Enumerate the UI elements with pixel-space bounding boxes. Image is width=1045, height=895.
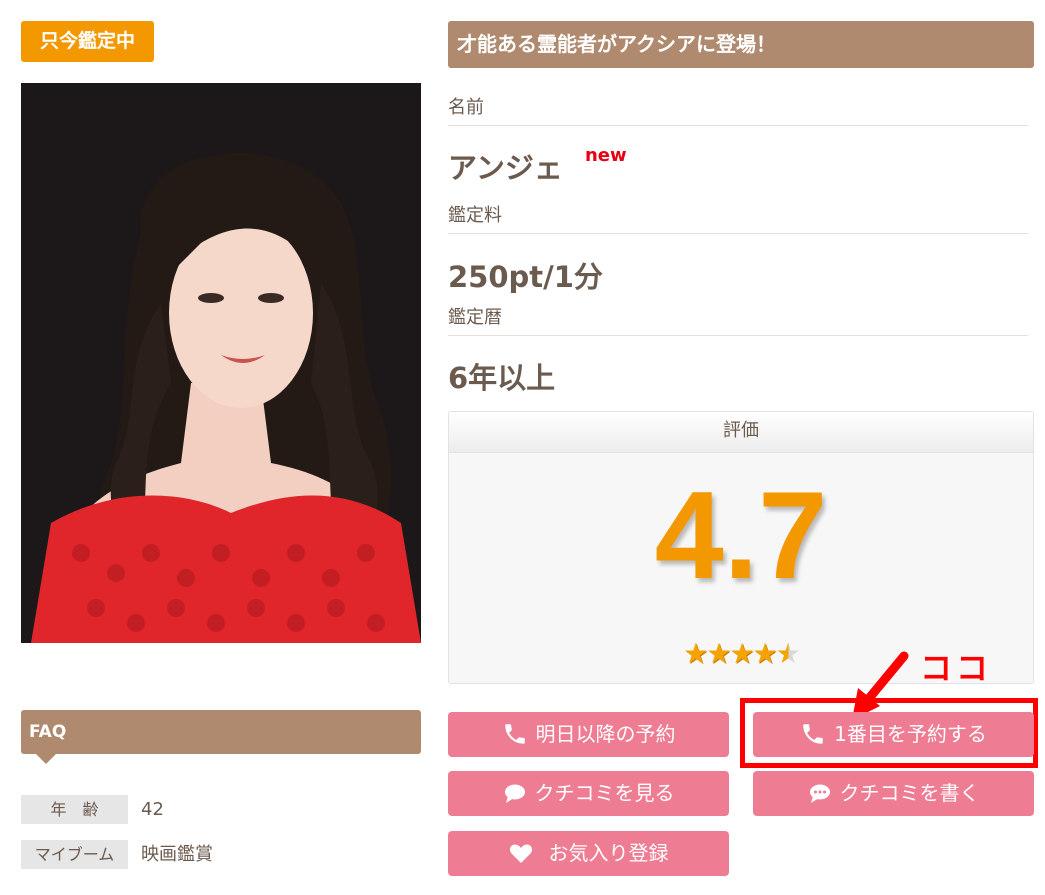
fortune-teller-photo [21, 83, 421, 643]
faq-header-notch [36, 754, 56, 764]
half-star-icon: ★ [775, 637, 801, 670]
career-label: 鑑定暦 [448, 306, 1028, 336]
live-status-badge: 只今鑑定中 [21, 21, 154, 62]
favorite-label: お気入り登録 [548, 841, 669, 865]
age-label: 年 齢 [21, 795, 128, 824]
reserve-later-label: 明日以降の予約 [535, 722, 676, 746]
new-tag: new [584, 145, 627, 166]
reserve-later-button[interactable]: 明日以降の予約 [448, 712, 729, 757]
star-icon: ★ [683, 637, 708, 670]
name-text: アンジェ [448, 151, 563, 185]
view-reviews-label: クチコミを見る [534, 781, 675, 805]
phone-icon [504, 723, 525, 744]
fortune-teller-name: アンジェ new [448, 145, 627, 187]
rating-label: 評価 [449, 412, 1033, 453]
star-icon: ★ [706, 637, 731, 670]
comments-icon [504, 784, 525, 803]
rating-score: 4.7 [654, 467, 828, 605]
heart-icon [509, 844, 532, 863]
name-label: 名前 [448, 96, 1028, 126]
annotation-label: ココ [920, 649, 993, 687]
star-icon: ★ [729, 637, 754, 670]
reserve-first-button[interactable]: 1番目を予約する [753, 712, 1034, 757]
headline-banner: 才能ある霊能者がアクシアに登場！ [448, 21, 1034, 68]
write-review-label: クチコミを書く [839, 781, 980, 805]
reserve-first-label: 1番目を予約する [834, 722, 987, 746]
hobby-label: マイブーム [21, 840, 128, 869]
age-value: 42 [141, 799, 164, 820]
hobby-value: 映画鑑賞 [141, 844, 213, 865]
favorite-button[interactable]: お気入り登録 [448, 831, 729, 876]
career-value: 6年以上 [448, 361, 556, 395]
view-reviews-button[interactable]: クチコミを見る [448, 771, 729, 816]
write-review-button[interactable]: クチコミを書く [753, 771, 1034, 816]
comment-dots-icon [809, 784, 830, 803]
star-icon: ★ [752, 637, 778, 670]
fee-label: 鑑定料 [448, 204, 1028, 234]
faq-header: FAQ [21, 710, 421, 754]
fee-value: 250pt/1分 [448, 260, 603, 294]
phone-icon [803, 723, 823, 744]
